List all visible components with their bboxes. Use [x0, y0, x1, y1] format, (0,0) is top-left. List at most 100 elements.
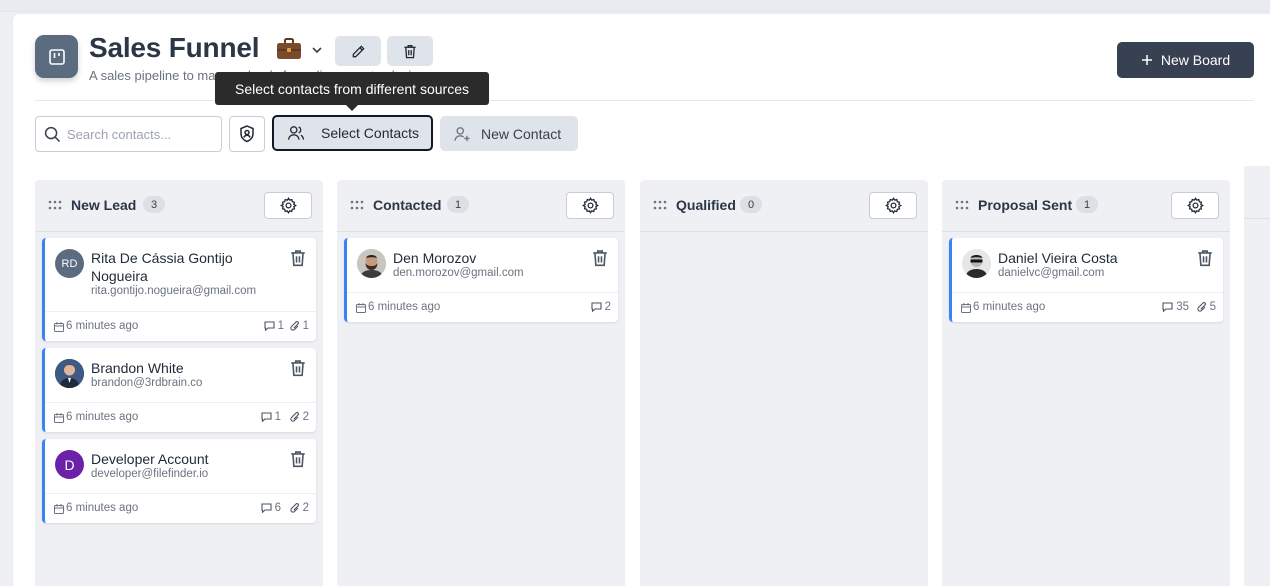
- page-title: Sales Funnel: [89, 32, 260, 63]
- column-contacted: Contacted 1 Den Morozov den.morozov@gmai…: [337, 180, 625, 586]
- card-footer: 6 minutes ago 2: [347, 292, 618, 322]
- card-footer: 6 minutes ago 6 2: [45, 493, 316, 523]
- edit-board-button[interactable]: [335, 36, 381, 66]
- comments-count: 1: [261, 411, 281, 423]
- select-contacts-button[interactable]: Select Contacts: [272, 115, 433, 151]
- search-box[interactable]: [35, 116, 222, 152]
- column-header: Qualified 0: [640, 180, 928, 232]
- drag-handle-icon[interactable]: [350, 200, 364, 210]
- trash-icon: [404, 44, 416, 58]
- column-header: Proposal Sent 1: [942, 180, 1230, 232]
- column-partial: [1244, 166, 1270, 586]
- contact-name: Developer Account: [91, 451, 209, 467]
- gear-icon: [581, 197, 599, 214]
- contact-card[interactable]: Den Morozov den.morozov@gmail.com 6 minu…: [344, 238, 618, 322]
- drag-handle-icon[interactable]: [653, 200, 667, 210]
- avatar: [357, 249, 386, 278]
- contact-card[interactable]: Daniel Vieira Costa danielvc@gmail.com 6…: [949, 238, 1223, 322]
- avatar: [962, 249, 991, 278]
- chevron-down-icon[interactable]: [310, 43, 324, 57]
- trash-icon[interactable]: [592, 249, 608, 267]
- user-plus-icon: [454, 126, 470, 141]
- paperclip-icon: [289, 320, 299, 331]
- attachments-count: 1: [289, 320, 309, 332]
- card-time: 6 minutes ago: [368, 301, 441, 313]
- board-icon: [35, 35, 78, 78]
- column-new-lead: New Lead 3 RD Rita De Cássia Gontijo Nog…: [35, 180, 323, 586]
- column-proposal-sent: Proposal Sent 1 Daniel Vieira Costa dani…: [942, 180, 1230, 586]
- card-time: 6 minutes ago: [973, 301, 1046, 313]
- select-contacts-label: Select Contacts: [321, 125, 420, 141]
- plus-icon: [1141, 55, 1152, 65]
- attachments-count: 2: [289, 411, 309, 423]
- contact-card[interactable]: D Developer Account developer@filefinder…: [42, 439, 316, 523]
- column-title: Contacted: [373, 197, 442, 213]
- users-icon: [287, 126, 305, 140]
- gear-icon: [884, 197, 902, 214]
- search-icon: [44, 126, 61, 142]
- column-count-badge: 1: [447, 196, 469, 213]
- comments-count: 1: [264, 320, 284, 332]
- drag-handle-icon[interactable]: [955, 200, 969, 210]
- avatar: RD: [55, 249, 84, 278]
- calendar-icon: [54, 504, 64, 514]
- delete-board-button[interactable]: [387, 36, 433, 66]
- contact-card[interactable]: RD Rita De Cássia Gontijo Nogueira rita.…: [42, 238, 316, 341]
- comment-icon: [591, 302, 602, 312]
- column-header: New Lead 3: [35, 180, 323, 232]
- attachments-count: 5: [1196, 301, 1216, 313]
- calendar-icon: [356, 303, 366, 313]
- contact-email: developer@filefinder.io: [91, 468, 209, 480]
- column-count-badge: 3: [143, 196, 165, 213]
- top-strip: [0, 0, 1270, 12]
- calendar-icon: [54, 413, 64, 423]
- trash-icon[interactable]: [290, 450, 306, 468]
- shield-user-icon: [240, 125, 254, 143]
- new-contact-label: New Contact: [481, 125, 562, 142]
- comment-icon: [1162, 302, 1173, 312]
- briefcase-icon: [275, 36, 303, 62]
- column-settings-button[interactable]: [566, 192, 614, 219]
- column-title: Qualified: [676, 197, 736, 213]
- contact-name: Daniel Vieira Costa: [998, 250, 1118, 266]
- contact-name: Den Morozov: [393, 250, 477, 266]
- avatar: D: [55, 450, 84, 479]
- new-contact-button[interactable]: New Contact: [440, 116, 578, 151]
- column-count-badge: 1: [1076, 196, 1098, 213]
- column-settings-button[interactable]: [264, 192, 312, 219]
- contact-email: den.morozov@gmail.com: [393, 267, 524, 279]
- drag-handle-icon[interactable]: [48, 200, 62, 210]
- column-title: New Lead: [71, 197, 137, 213]
- select-contacts-tooltip: Select contacts from different sources: [215, 72, 489, 111]
- calendar-icon: [54, 322, 64, 332]
- privacy-filter-button[interactable]: [229, 116, 265, 152]
- attachments-count: 2: [289, 502, 309, 514]
- paperclip-icon: [289, 411, 299, 422]
- contact-email: danielvc@gmail.com: [998, 267, 1105, 279]
- trash-icon[interactable]: [290, 359, 306, 377]
- column-qualified: Qualified 0: [640, 180, 928, 586]
- column-settings-button[interactable]: [869, 192, 917, 219]
- trash-icon[interactable]: [1197, 249, 1213, 267]
- calendar-icon: [961, 303, 971, 313]
- comment-icon: [264, 321, 275, 331]
- new-board-button[interactable]: New Board: [1117, 42, 1254, 78]
- contact-name: Rita De Cássia Gontijo Nogueira: [91, 250, 233, 284]
- card-footer: 6 minutes ago 1 2: [45, 402, 316, 432]
- paperclip-icon: [289, 502, 299, 513]
- contact-name: Brandon White: [91, 360, 184, 376]
- new-board-label: New Board: [1160, 52, 1231, 68]
- comment-icon: [261, 503, 272, 513]
- trash-icon[interactable]: [290, 249, 306, 267]
- paperclip-icon: [1196, 301, 1206, 312]
- comments-count: 2: [591, 301, 611, 313]
- contact-email: brandon@3rdbrain.co: [91, 377, 203, 389]
- column-header: Contacted 1: [337, 180, 625, 232]
- contact-card[interactable]: Brandon White brandon@3rdbrain.co 6 minu…: [42, 348, 316, 432]
- comment-icon: [261, 412, 272, 422]
- board-panel: Sales Funnel A sales pipeline to manage …: [13, 14, 1270, 586]
- search-input[interactable]: [67, 126, 217, 142]
- gear-icon: [279, 197, 297, 214]
- column-settings-button[interactable]: [1171, 192, 1219, 219]
- card-time: 6 minutes ago: [66, 502, 139, 514]
